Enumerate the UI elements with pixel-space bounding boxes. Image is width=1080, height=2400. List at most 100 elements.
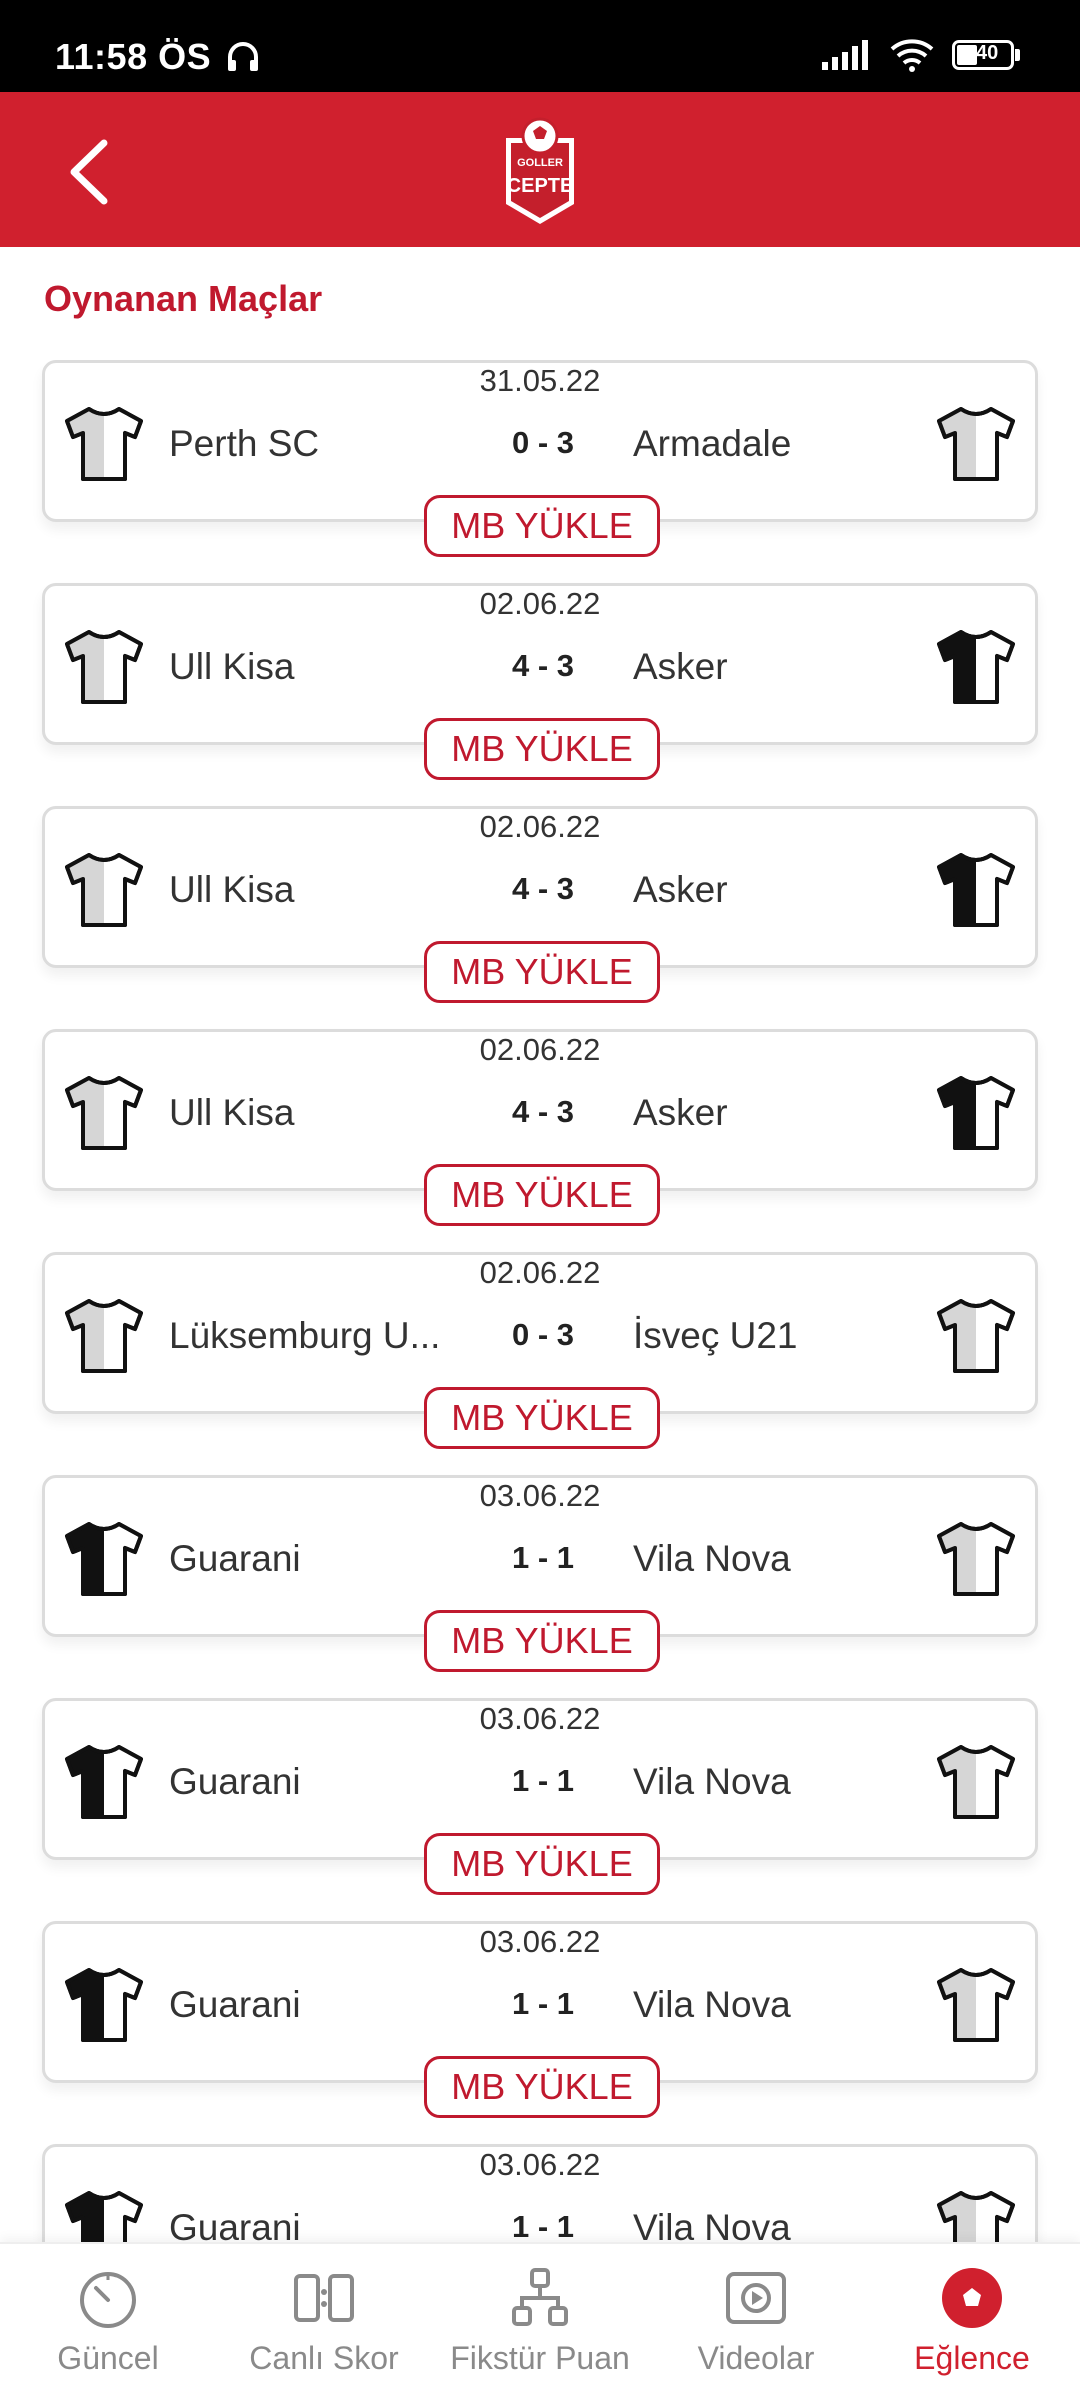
play-icon [726,2272,786,2324]
match-card-5[interactable]: 02.06.22 Lüksemburg U... 0 - 3 İsveç U21… [42,1252,1038,1449]
soccer-ball-icon [942,2268,1002,2328]
logo-top-text: GOLLER [517,157,563,169]
home-jersey-icon [65,630,143,704]
away-team-name: Vila Nova [633,1538,791,1579]
match-score: 0 - 3 [511,425,575,460]
home-jersey-icon [65,1299,143,1373]
bottom-navigation: Güncel Canlı Skor Fikstür Puan Videolar [0,2242,1080,2400]
home-team-name: Ull Kisa [169,1092,295,1133]
match-score: 1 - 1 [511,1986,575,2021]
match-date: 02.06.22 [479,586,601,621]
home-jersey-icon [65,1745,143,1819]
match-date: 02.06.22 [479,809,601,844]
home-jersey-icon [65,407,143,481]
back-arrow-icon [70,139,108,205]
signal-icon [822,40,868,70]
match-card-9[interactable]: 03.06.22 Guarani 1 - 1 Vila Nova MB YÜKL… [42,2144,1038,2242]
match-date: 31.05.22 [479,363,601,398]
away-jersey-icon [937,1745,1015,1819]
mb-yukle-button[interactable]: MB YÜKLE [424,941,660,1003]
match-date: 03.06.22 [479,2147,601,2182]
mb-yukle-button[interactable]: MB YÜKLE [424,1610,660,1672]
headphones-icon [227,42,258,71]
match-date: 03.06.22 [479,1478,601,1513]
podium-icon [512,2268,568,2326]
match-card-8[interactable]: 03.06.22 Guarani 1 - 1 Vila Nova MB YÜKL… [42,1921,1038,2118]
nav-label-guncel: Güncel [57,2340,159,2376]
nav-videolar[interactable]: Videolar [648,2244,864,2400]
match-score: 1 - 1 [511,2209,575,2242]
home-team-name: Guarani [169,1984,301,2025]
match-card-1[interactable]: 31.05.22 Perth SC 0 - 3 Armadale MB YÜKL… [42,360,1038,557]
away-jersey-icon [937,1522,1015,1596]
goller-cepte-logo: GOLLER CEPTE [506,117,574,224]
logo-bottom-text: CEPTE [507,175,574,197]
away-team-name: Vila Nova [633,2207,791,2242]
match-card-7[interactable]: 03.06.22 Guarani 1 - 1 Vila Nova MB YÜKL… [42,1698,1038,1895]
home-team-name: Perth SC [169,423,320,464]
nav-label-eglence: Eğlence [914,2340,1030,2376]
home-team-name: Guarani [169,1761,301,1802]
match-date: 03.06.22 [479,1701,601,1736]
app-header: GOLLER CEPTE [0,92,1080,247]
status-icons: 40 [822,38,1020,72]
away-team-name: Armadale [633,423,792,464]
match-date: 03.06.22 [479,1924,601,1959]
battery-icon: 40 [952,40,1020,70]
home-jersey-icon [65,1522,143,1596]
mb-yukle-button[interactable]: MB YÜKLE [424,495,660,557]
back-button[interactable] [48,132,128,212]
away-team-name: Asker [633,1092,728,1133]
away-jersey-icon [937,630,1015,704]
mb-yukle-button[interactable]: MB YÜKLE [424,2056,660,2118]
clock-icon [80,2272,136,2328]
nav-label-fikstur-puan: Fikstür Puan [450,2340,630,2376]
home-jersey-icon [65,853,143,927]
home-jersey-icon [65,1968,143,2042]
away-jersey-icon [937,407,1015,481]
away-jersey-icon [937,1968,1015,2042]
away-team-name: Vila Nova [633,1761,791,1802]
home-team-name: Guarani [169,2207,301,2242]
away-jersey-icon [937,1076,1015,1150]
away-jersey-icon [937,2191,1015,2242]
match-score: 1 - 1 [511,1540,575,1575]
match-score: 0 - 3 [511,1317,575,1352]
home-team-name: Guarani [169,1538,301,1579]
match-score: 4 - 3 [511,648,575,683]
wifi-icon [890,39,934,72]
away-jersey-icon [937,853,1015,927]
away-team-name: Asker [633,646,728,687]
home-jersey-icon [65,2191,143,2242]
away-team-name: İsveç U21 [633,1315,798,1356]
match-card-4[interactable]: 02.06.22 Ull Kisa 4 - 3 Asker MB YÜKLE [42,1029,1038,1226]
section-title: Oynanan Maçlar [44,278,323,319]
status-time: 11:58 ÖS [55,36,260,78]
nav-fikstur-puan[interactable]: Fikstür Puan [432,2244,648,2400]
status-bar: 11:58 ÖS 40 [0,0,1080,92]
match-card-6[interactable]: 03.06.22 Guarani 1 - 1 Vila Nova MB YÜKL… [42,1475,1038,1672]
status-time-text: 11:58 ÖS [55,36,212,77]
match-score: 4 - 3 [511,871,575,906]
battery-level: 40 [976,42,999,64]
match-score: 1 - 1 [511,1763,575,1798]
nav-guncel[interactable]: Güncel [0,2244,216,2400]
nav-canli-skor[interactable]: Canlı Skor [216,2244,432,2400]
match-card-2[interactable]: 02.06.22 Ull Kisa 4 - 3 Asker MB YÜKLE [42,583,1038,780]
mb-yukle-button[interactable]: MB YÜKLE [424,1833,660,1895]
away-jersey-icon [937,1299,1015,1373]
mb-yukle-button[interactable]: MB YÜKLE [424,1387,660,1449]
match-list[interactable]: 31.05.22 Perth SC 0 - 3 Armadale MB YÜKL… [0,360,1080,2242]
home-team-name: Ull Kisa [169,646,295,687]
home-jersey-icon [65,1076,143,1150]
away-team-name: Vila Nova [633,1984,791,2025]
nav-eglence[interactable]: Eğlence [864,2244,1080,2400]
home-team-name: Ull Kisa [169,869,295,910]
away-team-name: Asker [633,869,728,910]
mb-yukle-button[interactable]: MB YÜKLE [424,718,660,780]
mb-yukle-button[interactable]: MB YÜKLE [424,1164,660,1226]
match-score: 4 - 3 [511,1094,575,1129]
match-card-3[interactable]: 02.06.22 Ull Kisa 4 - 3 Asker MB YÜKLE [42,806,1038,1003]
nav-label-videolar: Videolar [697,2340,815,2376]
home-team-name: Lüksemburg U... [169,1315,441,1356]
